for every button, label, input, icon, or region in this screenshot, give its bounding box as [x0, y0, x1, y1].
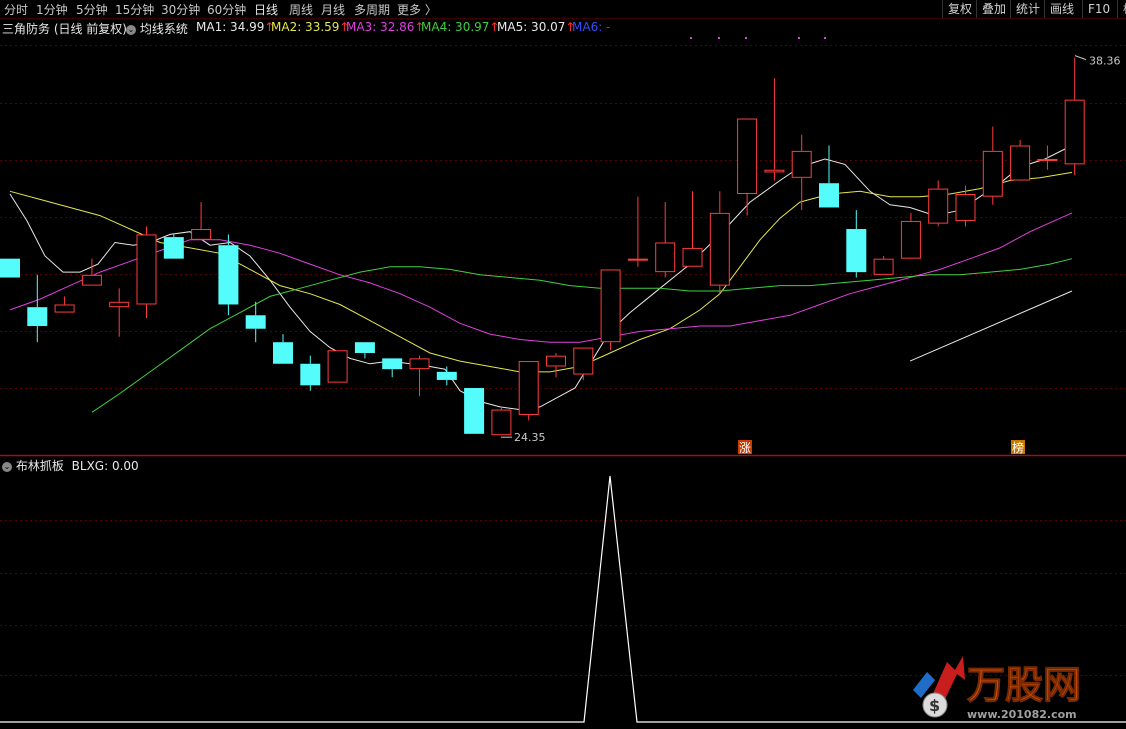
sub-chart-header: ⌄ 布林抓板 BLXG: 0.00: [0, 456, 600, 474]
marker-badge: 涨: [738, 440, 752, 455]
watermark-logo: $ 万股网 www.201082.com: [913, 656, 1082, 721]
logo-url: www.201082.com: [967, 708, 1077, 721]
sub-indicator-name: 布林抓板: [15, 459, 64, 473]
candle: [354, 342, 375, 359]
marker-text: 涨: [739, 440, 751, 455]
moving-average-lines: [9, 145, 1073, 413]
candle: [273, 334, 293, 364]
candle: [873, 255, 894, 275]
candle: [327, 350, 348, 383]
candle: [464, 388, 485, 434]
ma-line-ma4: [91, 258, 1073, 413]
signal-dot: [690, 37, 692, 39]
low-price-label: 24.35: [514, 431, 546, 444]
candlestick-chart[interactable]: 38.36 24.35 涨 榜: [0, 0, 1126, 729]
candle: [300, 355, 321, 391]
ma-line-ma1: [9, 145, 1073, 411]
signal-dot: [718, 37, 720, 39]
logo-icon: $: [913, 656, 965, 718]
candle: [982, 126, 1003, 205]
candle: [600, 269, 621, 351]
candle: [1064, 57, 1085, 176]
candles: [0, 57, 1085, 436]
candle: [819, 145, 839, 208]
candle: [109, 288, 130, 337]
candle: [928, 180, 949, 227]
candle: [27, 274, 48, 343]
chevron-down-icon: ⌄: [2, 461, 12, 472]
marker-badge: 榜: [1011, 440, 1025, 455]
candle: [791, 134, 812, 211]
signal-dot: [824, 37, 826, 39]
logo-text: 万股网: [967, 663, 1081, 707]
candle: [846, 210, 867, 278]
high-pointer: [1074, 55, 1087, 61]
high-price-label: 38.36: [1089, 55, 1121, 68]
candle: [573, 347, 594, 380]
candle: [546, 352, 566, 378]
candle: [518, 361, 539, 421]
ma-line-ma5: [909, 290, 1073, 362]
candle: [163, 234, 184, 259]
sub-indicator-value: BLXG: 0.00: [71, 459, 139, 473]
candle: [54, 296, 75, 313]
candle: [218, 234, 239, 316]
candle: [682, 191, 703, 267]
candle: [409, 355, 430, 397]
candle: [1010, 140, 1031, 181]
signal-dot: [745, 37, 747, 39]
svg-text:$: $: [929, 696, 940, 715]
candle: [491, 406, 512, 436]
candle: [709, 191, 730, 294]
candle: [191, 202, 212, 240]
price-annotations: 38.36 24.35 涨 榜: [501, 37, 1121, 455]
ma-line-ma2: [9, 171, 1073, 373]
signal-dot: [798, 37, 800, 39]
candle: [136, 226, 157, 318]
candle: [655, 202, 676, 278]
candle: [382, 358, 403, 378]
candle: [1037, 145, 1058, 170]
marker-text: 榜: [1012, 440, 1024, 455]
candle: [764, 78, 785, 181]
candle: [0, 258, 20, 278]
grid-lines: [0, 18, 1126, 676]
sub-indicator-dropdown[interactable]: ⌄ 布林抓板 BLXG: 0.00: [2, 457, 139, 474]
candle: [900, 212, 921, 259]
candle: [737, 118, 758, 216]
candle: [627, 196, 648, 267]
